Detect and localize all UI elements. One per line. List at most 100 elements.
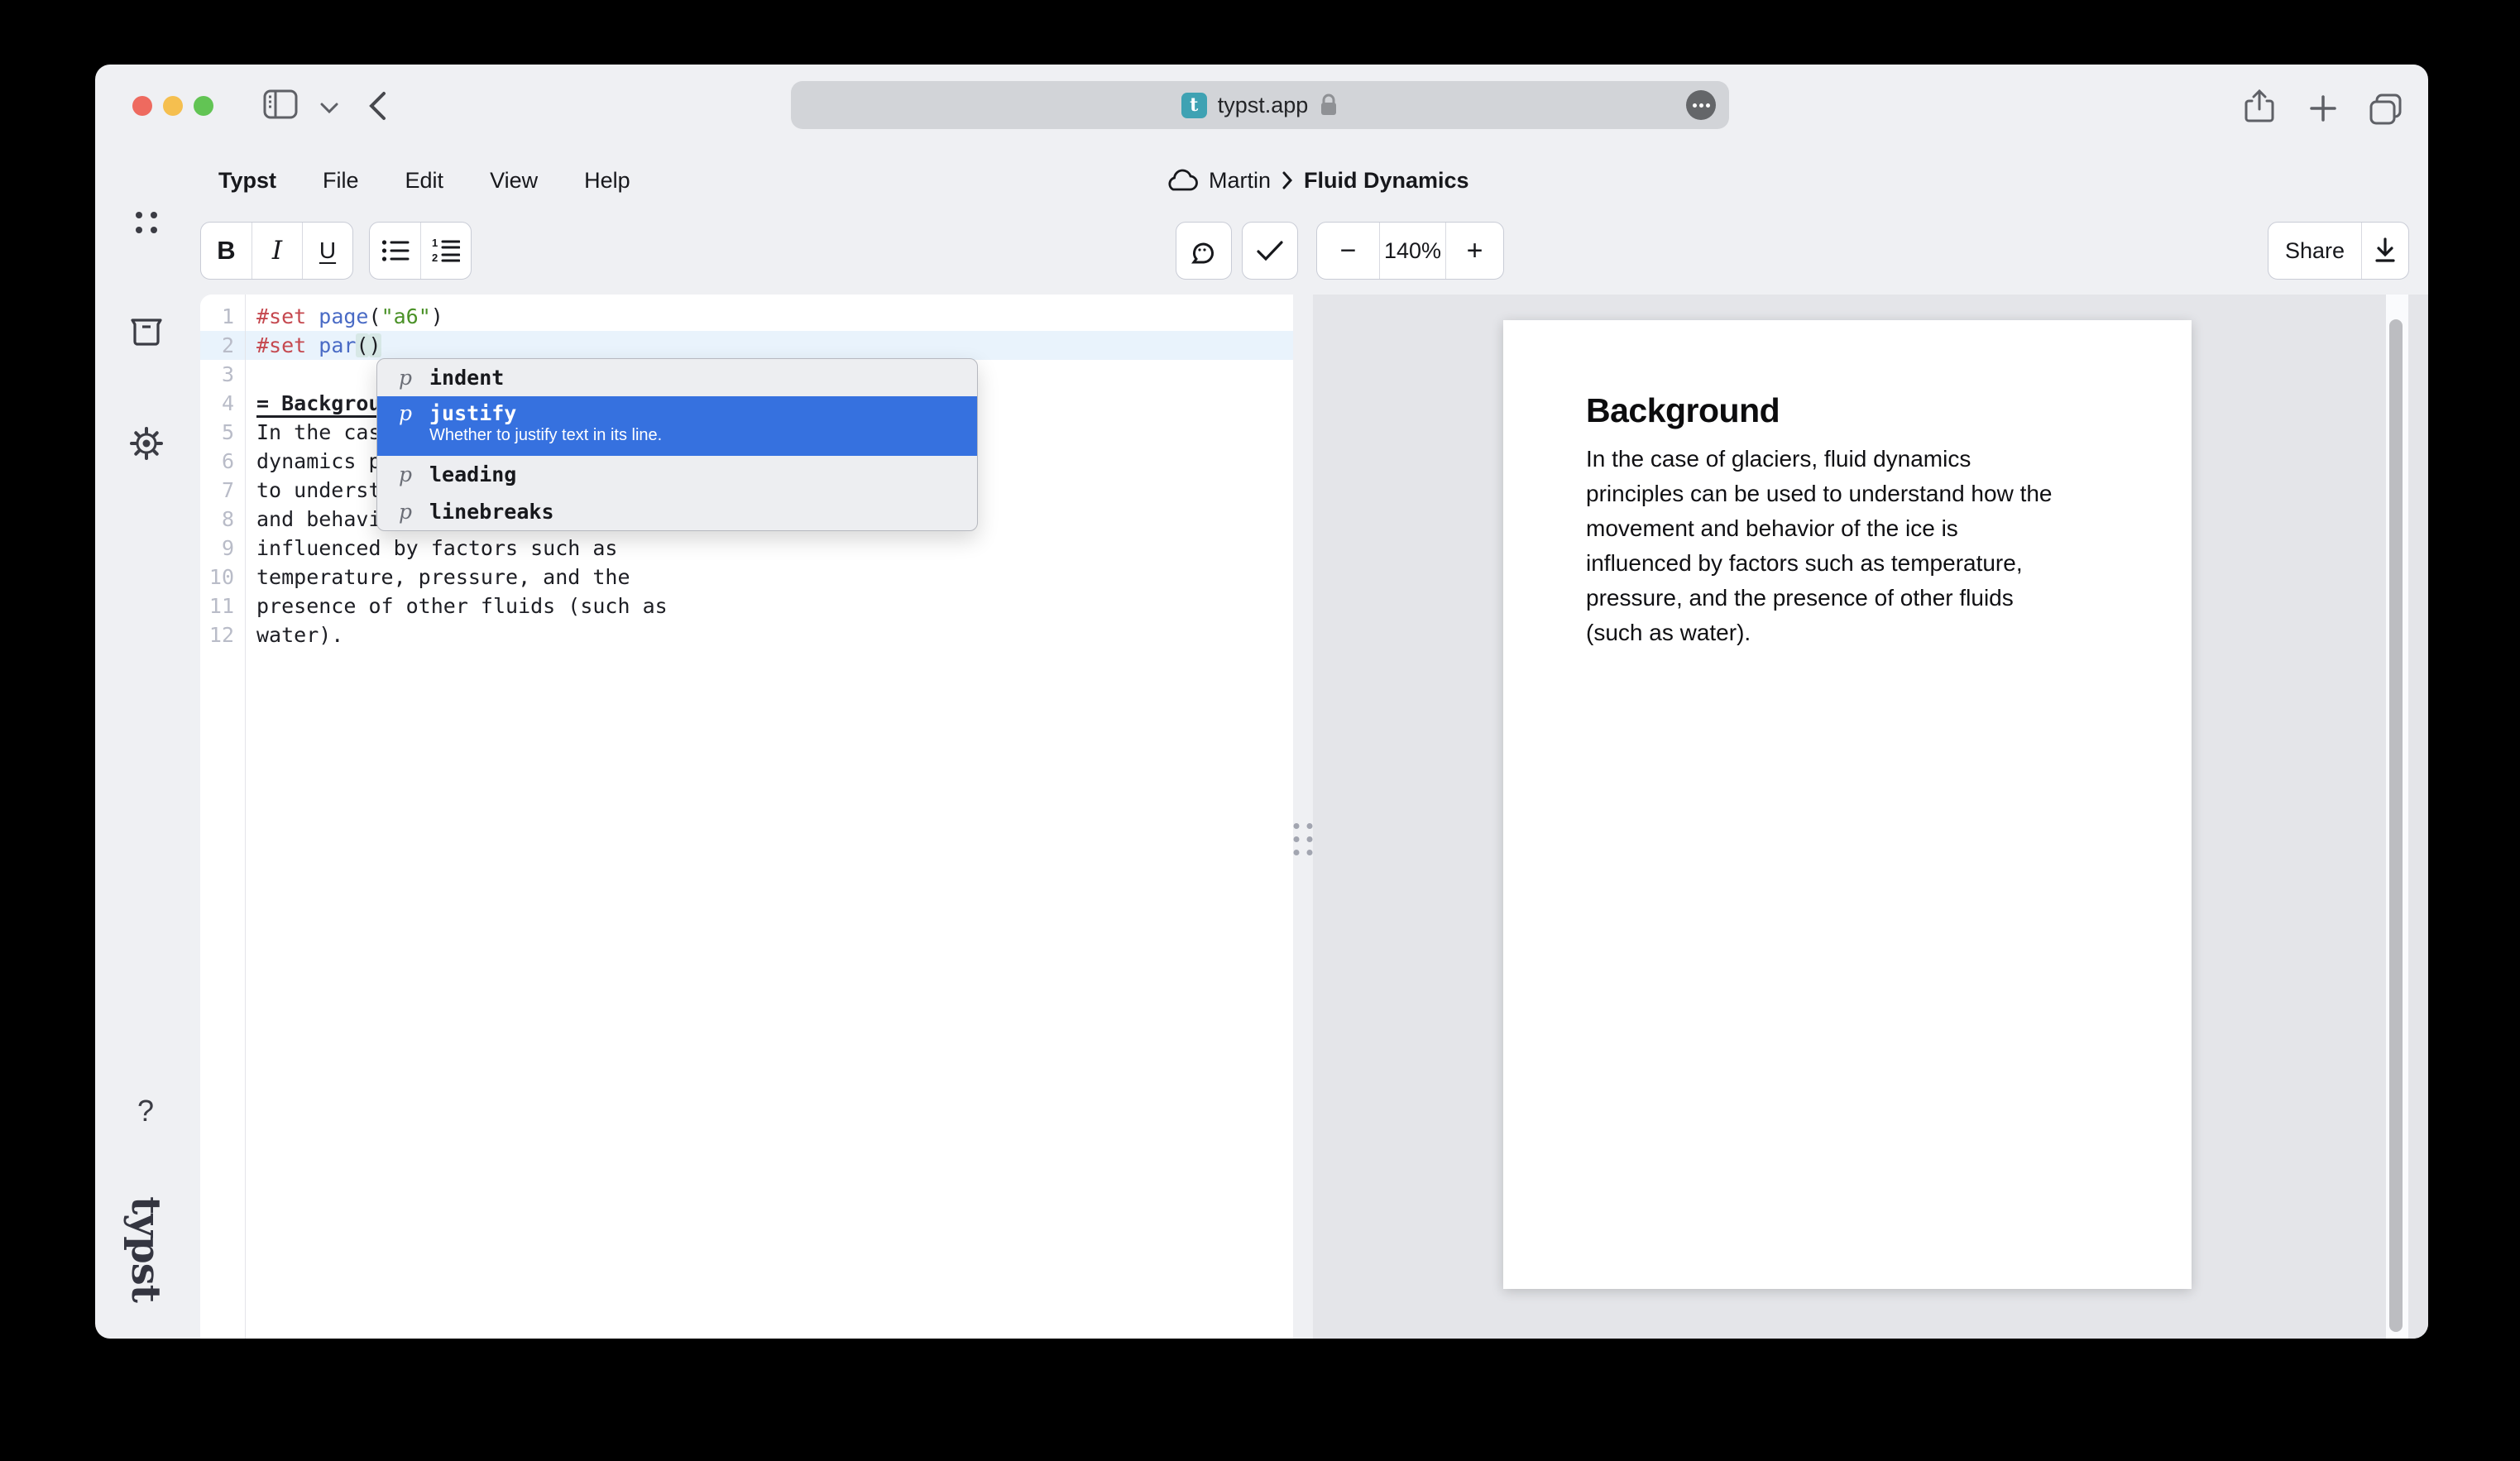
new-tab-icon[interactable] xyxy=(2309,94,2337,122)
code-text: influenced by factors such as xyxy=(245,534,618,563)
line-number: 11 xyxy=(200,592,245,620)
line-number: 8 xyxy=(200,505,245,534)
autocomplete-item-justify[interactable]: pjustifyWhether to justify text in its l… xyxy=(377,396,977,456)
code-text: presence of other fluids (such as xyxy=(245,592,668,620)
close-window-button[interactable] xyxy=(132,96,152,116)
autocomplete-item-linebreaks[interactable]: plinebreaks xyxy=(377,493,977,530)
numbered-list-button[interactable]: 1 2 xyxy=(420,223,471,279)
chevron-right-icon xyxy=(1282,171,1293,189)
code-text: temperature, pressure, and the xyxy=(245,563,630,592)
url-bar[interactable]: t typst.app xyxy=(791,81,1729,129)
code-text xyxy=(245,360,256,389)
tab-overview-icon[interactable] xyxy=(2369,93,2405,126)
breadcrumb-project[interactable]: Fluid Dynamics xyxy=(1304,168,1469,194)
breadcrumb-workspace[interactable]: Martin xyxy=(1209,168,1271,194)
code-line[interactable]: 2#set par() xyxy=(200,331,1293,360)
breadcrumb: Martin Fluid Dynamics xyxy=(1165,157,1469,204)
preview-scrollbar-thumb[interactable] xyxy=(2389,319,2403,1332)
preview-text-line: movement and behavior of the ice is xyxy=(1586,511,2109,546)
preview-scrollbar-track[interactable] xyxy=(2386,295,2408,1339)
line-number: 9 xyxy=(200,534,245,563)
app-grid-icon[interactable] xyxy=(133,209,160,236)
line-number: 7 xyxy=(200,476,245,505)
line-number: 4 xyxy=(200,389,245,418)
menu-item-edit[interactable]: Edit xyxy=(405,168,444,194)
chevron-down-icon[interactable] xyxy=(320,103,338,114)
code-line[interactable]: 10temperature, pressure, and the xyxy=(200,563,1293,592)
drag-handle-icon[interactable] xyxy=(1294,823,1313,855)
param-prefix: p xyxy=(399,401,429,425)
cloud-icon xyxy=(1165,169,1198,192)
share-page-icon[interactable] xyxy=(2244,89,2275,124)
back-button-icon[interactable] xyxy=(368,91,386,121)
zoom-window-button[interactable] xyxy=(194,96,213,116)
code-line[interactable]: 11presence of other fluids (such as xyxy=(200,592,1293,620)
preview-text-line: In the case of glaciers, fluid dynamics xyxy=(1586,442,2109,477)
sidebar-toggle-icon[interactable] xyxy=(263,89,298,119)
page-settings-icon[interactable] xyxy=(1686,90,1716,120)
autocomplete-label: justify xyxy=(429,401,662,425)
preview-text-line: principles can be used to understand how… xyxy=(1586,477,2109,511)
line-number: 12 xyxy=(200,620,245,649)
autocomplete-item-indent[interactable]: pindent xyxy=(377,359,977,396)
preview-toolbar: − 140% + xyxy=(1176,222,1504,280)
zoom-in-button[interactable]: + xyxy=(1445,223,1503,279)
preview-text-line: influenced by factors such as temperatur… xyxy=(1586,546,2109,581)
code-line[interactable]: 1#set page("a6") xyxy=(200,302,1293,331)
share-button[interactable]: Share xyxy=(2268,223,2361,279)
share-group: Share xyxy=(2268,222,2409,280)
autocomplete-label: leading xyxy=(429,462,516,486)
format-toolbar: B I U 1 2 xyxy=(200,222,472,280)
preview-text-line: pressure, and the presence of other flui… xyxy=(1586,581,2109,616)
autocomplete-item-leading[interactable]: pleading xyxy=(377,456,977,493)
url-text: typst.app xyxy=(1218,93,1309,118)
comments-button[interactable] xyxy=(1176,222,1232,280)
share-toolbar: Share xyxy=(2268,222,2409,280)
browser-window: t typst.app Typst File Edit View Help xyxy=(95,65,2428,1339)
preview-paragraph: In the case of glaciers, fluid dynamicsp… xyxy=(1586,442,2109,650)
svg-text:2: 2 xyxy=(432,251,438,263)
menu-item-view[interactable]: View xyxy=(490,168,538,194)
zoom-out-button[interactable]: − xyxy=(1317,223,1379,279)
line-number: 5 xyxy=(200,418,245,447)
line-number: 1 xyxy=(200,302,245,331)
check-status-button[interactable] xyxy=(1242,222,1298,280)
typst-logo: typst xyxy=(122,1196,169,1302)
underline-button[interactable]: U xyxy=(302,223,352,279)
lock-icon xyxy=(1319,93,1339,117)
param-prefix: p xyxy=(399,366,429,390)
zoom-control-group: − 140% + xyxy=(1316,222,1504,280)
autocomplete-description: Whether to justify text in its line. xyxy=(429,426,662,445)
autocomplete-label: indent xyxy=(429,366,504,390)
code-line[interactable]: 9influenced by factors such as xyxy=(200,534,1293,563)
minimize-window-button[interactable] xyxy=(163,96,183,116)
code-text: #set par() xyxy=(245,331,381,360)
code-line[interactable]: 12water). xyxy=(200,620,1293,649)
menu-item-help[interactable]: Help xyxy=(584,168,630,194)
line-number: 2 xyxy=(200,331,245,360)
titlebar: t typst.app xyxy=(95,65,2428,139)
typst-favicon: t xyxy=(1181,93,1207,118)
line-number: 10 xyxy=(200,563,245,592)
files-tray-icon[interactable] xyxy=(130,318,163,346)
line-number: 3 xyxy=(200,360,245,389)
zoom-level-value[interactable]: 140% xyxy=(1379,223,1445,279)
menu-item-typst[interactable]: Typst xyxy=(218,168,276,194)
text-style-group: B I U xyxy=(200,222,353,280)
menu-bar: Typst File Edit View Help xyxy=(218,157,630,204)
preview-pane: Background In the case of glaciers, flui… xyxy=(1313,295,2428,1339)
italic-button[interactable]: I xyxy=(252,223,302,279)
autocomplete-popup: pindentpjustifyWhether to justify text i… xyxy=(376,358,978,531)
list-group: 1 2 xyxy=(369,222,472,280)
preview-text-line: (such as water). xyxy=(1586,616,2109,650)
preview-page: Background In the case of glaciers, flui… xyxy=(1503,320,2192,1289)
bold-button[interactable]: B xyxy=(201,223,252,279)
help-button[interactable]: ? xyxy=(133,1094,158,1128)
gear-icon[interactable] xyxy=(130,427,163,460)
pane-divider[interactable] xyxy=(1293,295,1313,1339)
bullet-list-button[interactable] xyxy=(370,223,420,279)
download-button[interactable] xyxy=(2361,223,2408,279)
menu-item-file[interactable]: File xyxy=(323,168,359,194)
code-text: water). xyxy=(245,620,343,649)
preview-heading: Background xyxy=(1586,391,2109,430)
